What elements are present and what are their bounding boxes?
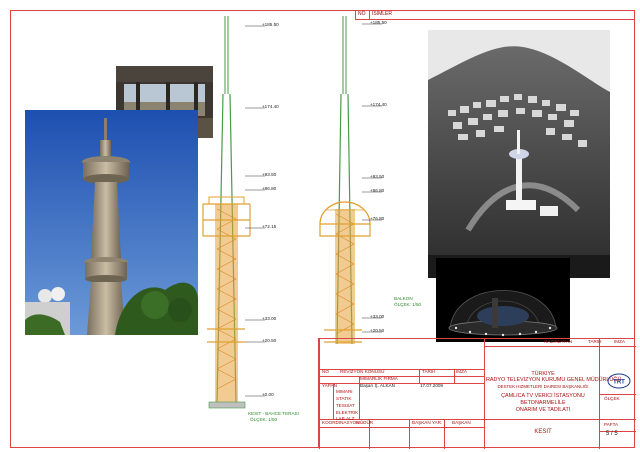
sheet-title: KESIT xyxy=(534,429,552,435)
discipline-3: TESISAT xyxy=(336,403,355,408)
sign-label: IMZA xyxy=(456,369,467,374)
project-line-3: ONARIM VE TADILATI xyxy=(515,407,571,413)
elevation-left-7: +20.50 xyxy=(262,338,277,343)
logo-text: TRT xyxy=(613,380,625,386)
revision-no-label: NO xyxy=(322,369,329,374)
deputy-chief-label: BAŞKAN YAR. xyxy=(412,420,443,425)
date-label: TARIH xyxy=(422,369,436,374)
elevation-left-6: +33.00 xyxy=(262,316,277,321)
elevation-left-1: +185.50 xyxy=(262,22,279,27)
made-by-date: 17.07.2009 xyxy=(420,383,443,388)
organization-line-1: RADYO TELEVIZYON KURUMU GENEL MÜDÜRLÜĞÜ xyxy=(486,377,622,383)
elevation-left-5: +72.15 xyxy=(262,224,277,229)
discipline-1: MIMARI xyxy=(336,389,353,394)
marker-right-mid: BALKON xyxy=(394,296,413,301)
elevation-left-2: +174.40 xyxy=(262,104,279,109)
scale-label: ÖLÇEK xyxy=(604,396,620,401)
prepared-by-label: HAZIRLAYAN xyxy=(544,339,573,344)
elevation-left-8: +0.00 xyxy=(262,392,274,397)
header-no-value: ISIMLER xyxy=(369,10,632,19)
chief-label: BAŞKAN xyxy=(452,420,471,425)
prepared-date-label: TARIH xyxy=(588,339,602,344)
elevation-right-4: +86.80 xyxy=(370,188,385,193)
marker-left-bottom-scale: ÖLÇEK: 1/50 xyxy=(250,417,278,422)
project-line-2: BETONARMELİLE xyxy=(520,400,566,406)
architecture-firm: MIMARLIK FIRMA xyxy=(360,376,398,381)
elevation-left-4: +86.80 xyxy=(262,186,277,191)
tower-photo xyxy=(25,110,198,335)
elevation-right-1: +185.50 xyxy=(370,20,387,25)
marker-left-bottom: KESIT - BAHCE TERASI xyxy=(248,411,299,416)
sheet-number: 5 / 5 xyxy=(606,431,618,437)
elevation-right-2: +174.40 xyxy=(370,102,387,107)
organization-line-2: DESTEK HIZMETLERI DAIRESI BAŞKANLIĞI xyxy=(497,384,589,389)
coordination-label: KOORDINASYON xyxy=(322,420,360,425)
project-line-1: ÇAMLICA TV VERICI İSTASYONU xyxy=(501,393,585,399)
made-by-name: Başarı Ş. ALKAN xyxy=(360,383,395,388)
elevation-left-3: +93.50 xyxy=(262,172,277,177)
prepared-sign-label: IMZA xyxy=(614,339,625,344)
section-drawing-right xyxy=(310,14,400,344)
elevation-right-5: +76.80 xyxy=(370,216,385,221)
sheet-label: PAFTA xyxy=(604,422,619,427)
made-by-label: YAPAN xyxy=(322,383,337,388)
trt-logo: TRT xyxy=(607,373,631,389)
discipline-2: STATIK xyxy=(336,396,352,401)
render-interior-night xyxy=(436,258,570,342)
manager-label: MÜDÜR xyxy=(356,420,374,425)
section-drawing-left xyxy=(195,14,285,419)
elevation-right-6: +33.00 xyxy=(370,314,385,319)
revision-subject-label: REVIZYON KONUSU xyxy=(340,369,385,374)
drawing-sheet: NO ISIMLER +185.50 +174.40 +93.50 +86.80… xyxy=(0,0,640,452)
elevation-right-7: +20.50 xyxy=(370,328,385,333)
render-aerial xyxy=(428,30,610,278)
marker-right-mid-scale: ÖLÇEK: 1/50 xyxy=(394,302,422,307)
discipline-4: ELEKTRIK xyxy=(336,410,359,415)
elevation-right-3: +93.50 xyxy=(370,174,385,179)
